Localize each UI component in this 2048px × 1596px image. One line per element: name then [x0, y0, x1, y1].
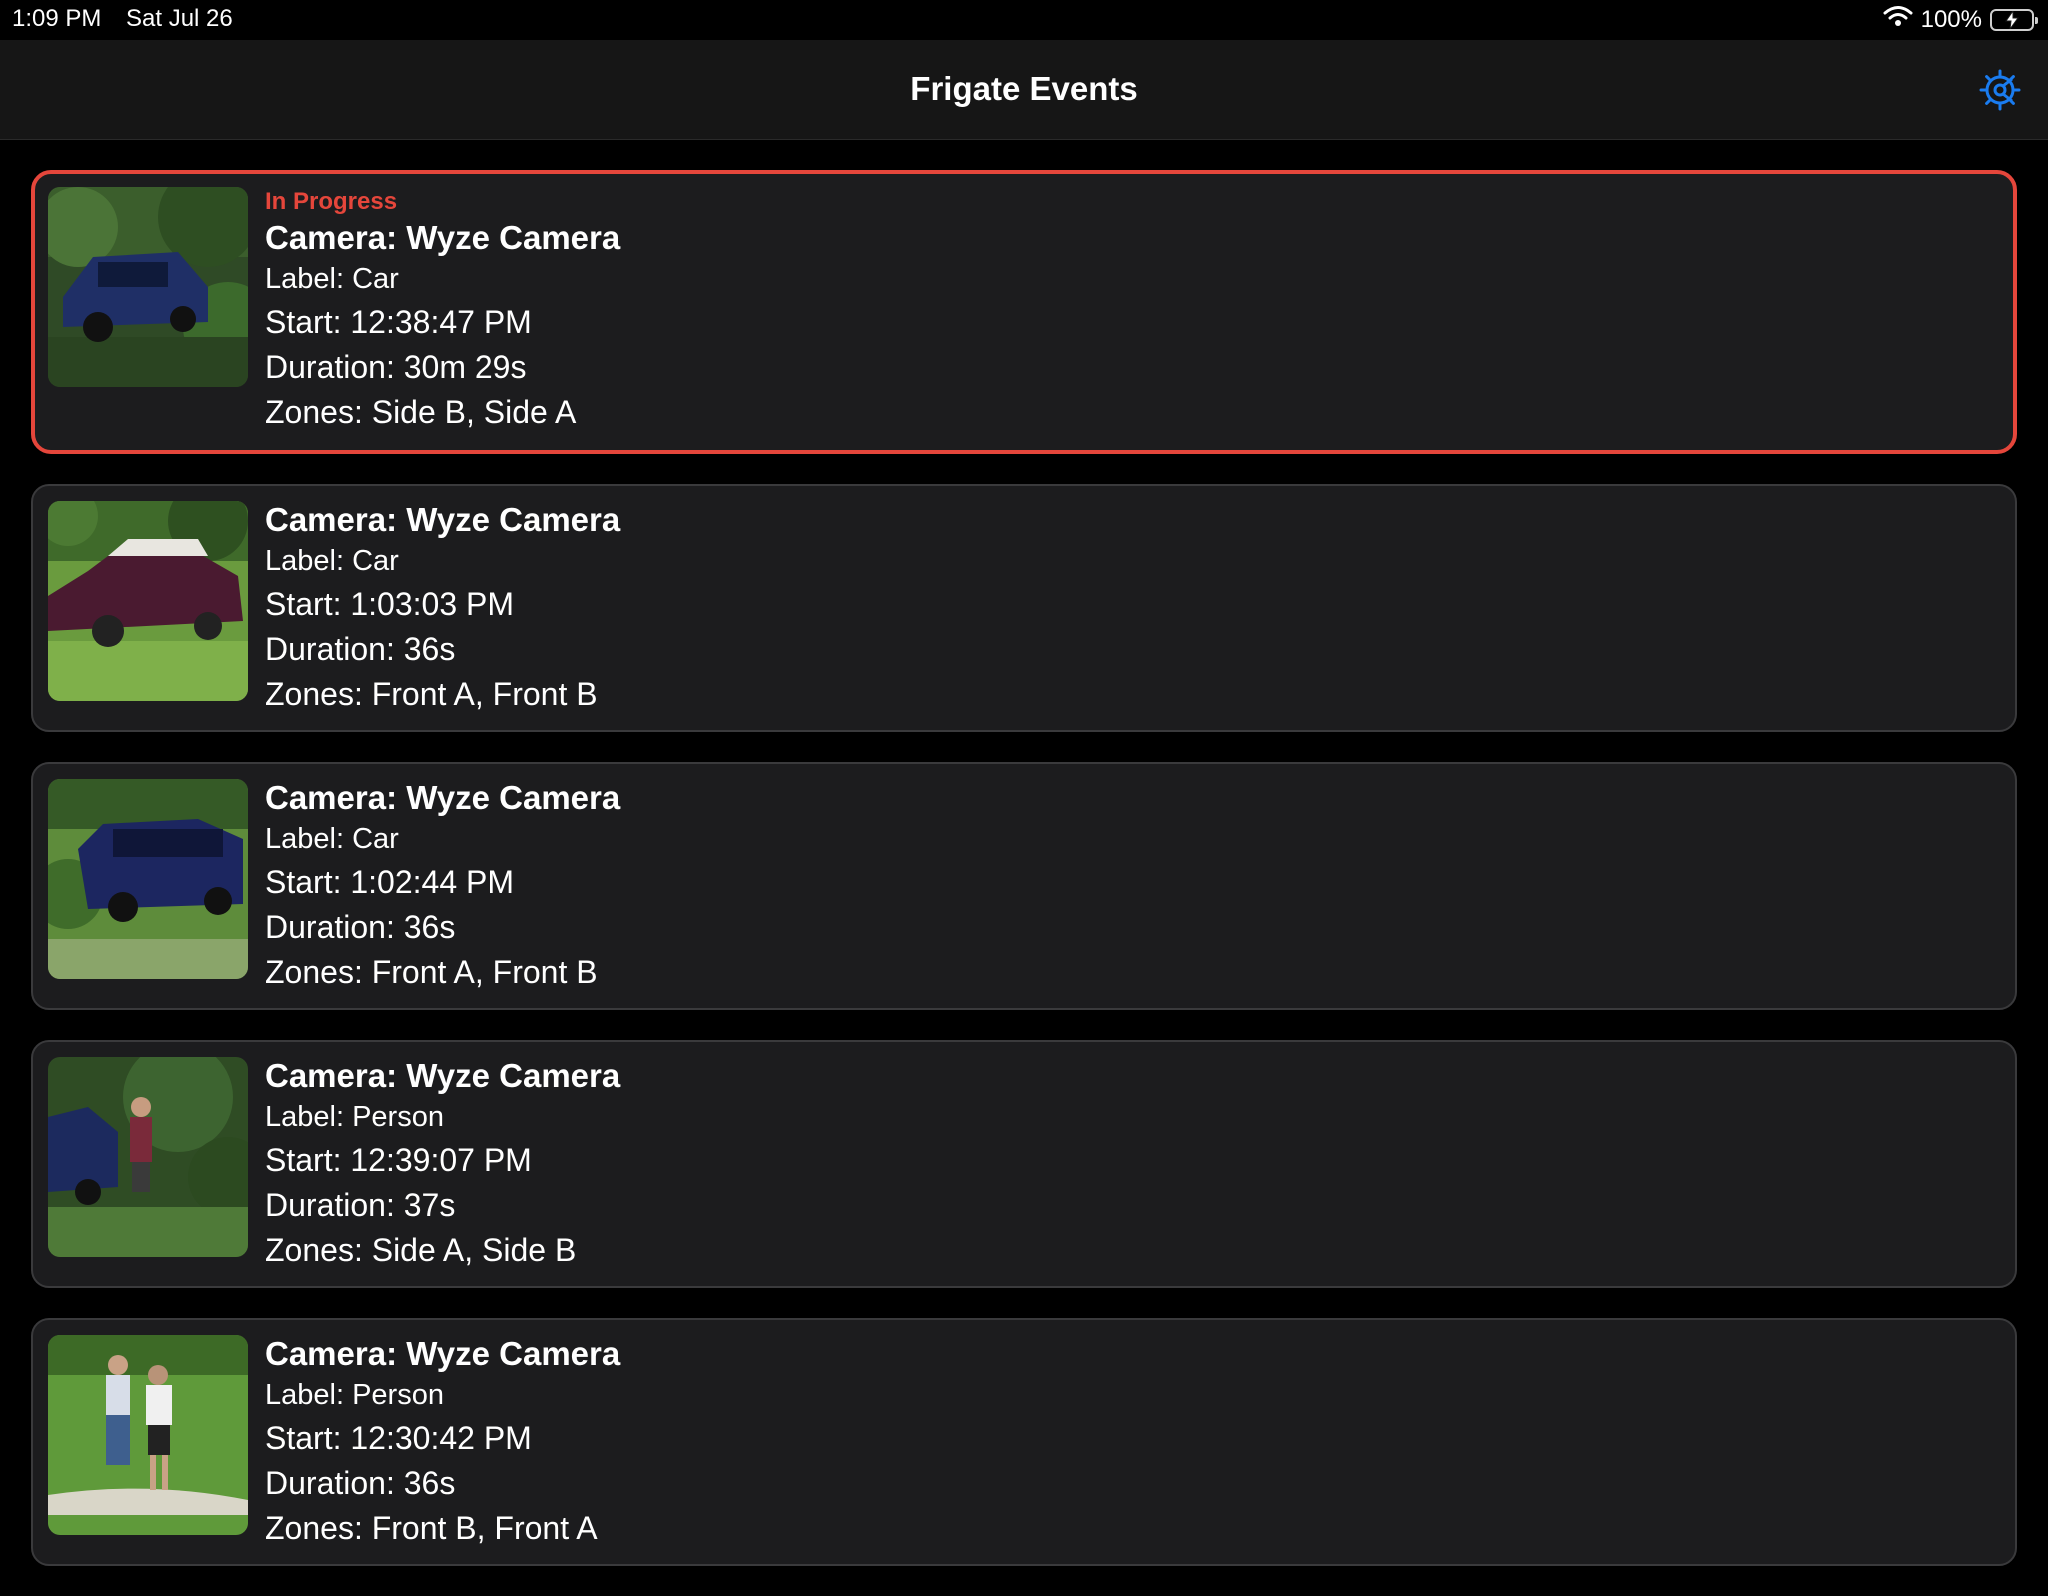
event-start: Start: 12:39:07 PM: [265, 1142, 532, 1178]
status-date: Sat Jul 26: [126, 5, 233, 32]
event-list: In Progress Camera: Wyze Camera Label: C…: [31, 170, 2017, 1596]
event-camera: Camera: Wyze Camera: [265, 779, 621, 816]
event-label: Label: Car: [265, 263, 399, 295]
event-status-badge: In Progress: [265, 188, 398, 215]
event-card[interactable]: Camera: Wyze Camera Label: Car Start: 1:…: [31, 762, 2017, 1010]
status-bar: 1:09 PM Sat Jul 26 100%: [0, 0, 2048, 40]
page-title: Frigate Events: [910, 70, 1138, 107]
event-start: Start: 1:02:44 PM: [265, 864, 515, 900]
event-zones: Zones: Front A, Front B: [265, 676, 598, 712]
event-zones: Zones: Side A, Side B: [265, 1232, 577, 1268]
event-details: Camera: Wyze Camera Label: Person Start:…: [265, 1056, 620, 1273]
event-thumbnail: [48, 779, 248, 979]
navigation-bar: Frigate Events: [0, 40, 2048, 140]
event-card[interactable]: Camera: Wyze Camera Label: Person Start:…: [31, 1040, 2017, 1288]
event-details: Camera: Wyze Camera Label: Car Start: 1:…: [265, 500, 620, 717]
wifi-icon: [1883, 5, 1913, 34]
gear-icon: [1979, 69, 2021, 116]
event-camera: Camera: Wyze Camera: [265, 1057, 621, 1094]
event-thumbnail: [48, 1057, 248, 1257]
event-label: Label: Car: [265, 545, 399, 577]
status-time: 1:09 PM: [12, 5, 102, 32]
event-card[interactable]: Camera: Wyze Camera Label: Car Start: 1:…: [31, 484, 2017, 732]
event-start: Start: 12:38:47 PM: [265, 304, 532, 340]
event-label: Label: Car: [265, 823, 399, 855]
event-thumbnail: [48, 187, 248, 387]
event-duration: Duration: 36s: [265, 631, 456, 667]
event-camera: Camera: Wyze Camera: [265, 219, 621, 256]
event-zones: Zones: Side B, Side A: [265, 394, 577, 430]
event-duration: Duration: 37s: [265, 1187, 456, 1223]
event-camera: Camera: Wyze Camera: [265, 501, 621, 538]
event-duration: Duration: 36s: [265, 1465, 456, 1501]
event-details: In Progress Camera: Wyze Camera Label: C…: [265, 186, 620, 435]
event-zones: Zones: Front B, Front A: [265, 1510, 598, 1546]
event-thumbnail: [48, 1335, 248, 1535]
event-details: Camera: Wyze Camera Label: Person Start:…: [265, 1334, 620, 1551]
event-label: Label: Person: [265, 1101, 444, 1133]
event-start: Start: 1:03:03 PM: [265, 586, 515, 622]
event-camera: Camera: Wyze Camera: [265, 1335, 621, 1372]
event-card[interactable]: Camera: Wyze Camera Label: Person Start:…: [31, 1318, 2017, 1566]
settings-button[interactable]: [1976, 68, 2024, 116]
event-details: Camera: Wyze Camera Label: Car Start: 1:…: [265, 778, 620, 995]
event-card[interactable]: In Progress Camera: Wyze Camera Label: C…: [31, 170, 2017, 454]
status-indicators: 100%: [1883, 5, 2038, 34]
event-label: Label: Person: [265, 1379, 444, 1411]
battery-percent: 100%: [1920, 5, 1982, 33]
event-zones: Zones: Front A, Front B: [265, 954, 598, 990]
event-start: Start: 12:30:42 PM: [265, 1420, 532, 1456]
event-duration: Duration: 36s: [265, 909, 456, 945]
battery-icon: [1990, 8, 2038, 31]
event-duration: Duration: 30m 29s: [265, 349, 527, 385]
event-thumbnail: [48, 501, 248, 701]
